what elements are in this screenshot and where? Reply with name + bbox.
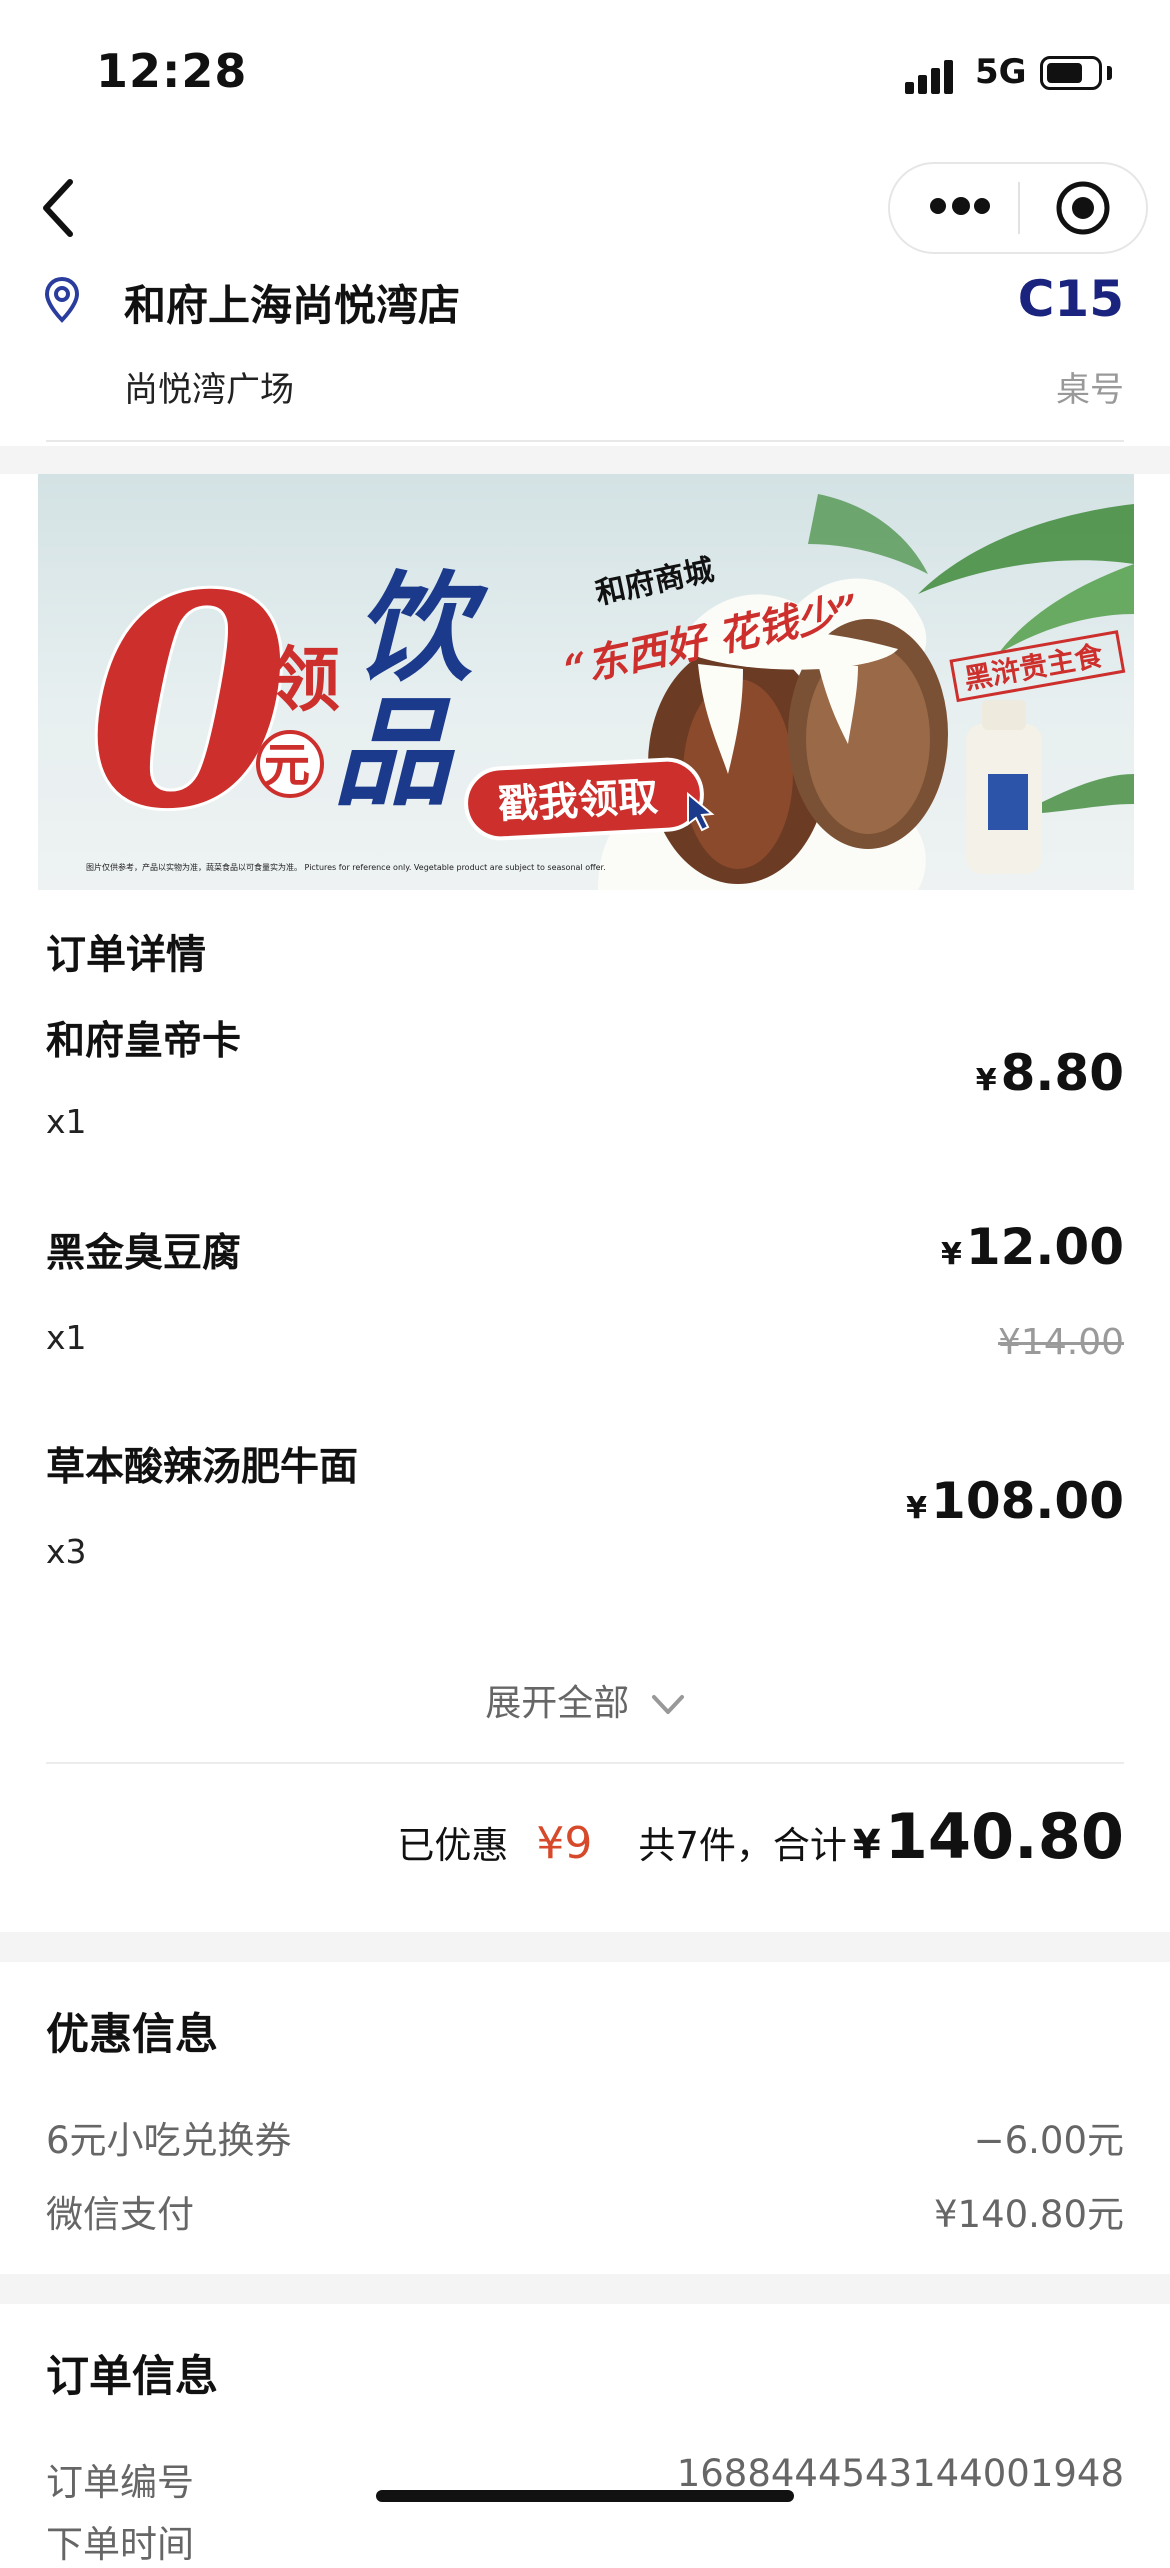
yen-sign: ¥ — [975, 1063, 997, 1098]
location-pin-icon — [44, 276, 80, 324]
order-item-name: 黑金臭豆腐 — [46, 1231, 242, 1276]
yen-sign: ¥ — [940, 1237, 962, 1272]
yen-sign: ¥ — [852, 1822, 881, 1868]
banner-brand: 和府商城 — [592, 553, 717, 612]
store-location: 尚悦湾广场 — [124, 370, 294, 410]
promo-banner[interactable]: 0 领 元 饮 品 和府商城 “东西好 花钱少” 戳我领取 黑浒贵主食 图片仅供… — [38, 474, 1134, 890]
original-price: ¥14.00 — [998, 1322, 1124, 1363]
battery-icon — [1040, 56, 1102, 90]
expand-all-button[interactable]: 展开全部 — [0, 1674, 1170, 1726]
order-item-qty: x3 — [46, 1532, 87, 1571]
section-gap — [0, 446, 1170, 474]
home-indicator — [376, 2490, 794, 2502]
banner-cta: 戳我领取 — [497, 773, 659, 828]
store-name: 和府上海尚悦湾店 — [124, 281, 461, 330]
yen-sign: ¥ — [906, 1491, 928, 1526]
banner-footnote: 图片仅供参考，产品以实物为准，蔬菜食品以可食量实为准。 Pictures for… — [86, 862, 606, 872]
total-amount: 140.80 — [884, 1800, 1124, 1873]
section-gap — [0, 1932, 1170, 1962]
banner-drink-bottom: 品 — [333, 683, 456, 822]
payment-row-value: ¥140.80元 — [933, 2193, 1124, 2236]
status-time: 12:28 — [96, 44, 248, 98]
order-number-label: 订单编号 — [46, 2461, 194, 2504]
network-type: 5G — [975, 52, 1027, 92]
battery-tip — [1107, 66, 1112, 80]
discount-label: 已优惠 — [397, 1824, 509, 1867]
order-time-label: 下单时间 — [46, 2523, 194, 2566]
item-count-label: 共7件，合计 — [638, 1824, 847, 1867]
divider — [46, 440, 1124, 442]
discount-info-title: 优惠信息 — [46, 2010, 218, 2060]
banner-ling: 领 — [270, 638, 340, 721]
banner-yuan: 元 — [264, 738, 310, 792]
order-item-price: ¥8.80 — [975, 1044, 1124, 1102]
capsule-divider — [1018, 182, 1020, 234]
order-info-title: 订单信息 — [46, 2352, 218, 2402]
order-number-value: 1688444543144001948 — [676, 2452, 1124, 2495]
discount-row-value: −6.00元 — [973, 2119, 1124, 2162]
discount-row-label: 6元小吃兑换券 — [46, 2119, 292, 2162]
order-item-name: 草本酸辣汤肥牛面 — [46, 1445, 359, 1490]
order-item-name: 和府皇帝卡 — [46, 1019, 242, 1064]
table-number: C15 — [1017, 270, 1124, 328]
close-target-icon[interactable] — [1055, 180, 1111, 236]
expand-all-label: 展开全部 — [485, 1683, 630, 1724]
divider — [46, 1762, 1124, 1764]
order-item-qty: x1 — [46, 1102, 87, 1141]
section-gap — [0, 2274, 1170, 2304]
cellular-signal-icon — [905, 58, 959, 94]
order-item-price: ¥108.00 — [906, 1472, 1124, 1530]
more-options-icon[interactable] — [930, 197, 990, 216]
banner-zero: 0 — [88, 533, 290, 873]
payment-row-label: 微信支付 — [46, 2193, 194, 2236]
banner-drink-top: 饮 — [354, 558, 489, 697]
order-item-price: ¥12.00 — [940, 1218, 1124, 1276]
order-summary: 已优惠 ¥9 共7件，合计 ¥ 140.80 — [397, 1800, 1124, 1873]
back-chevron-icon[interactable] — [40, 178, 80, 238]
chevron-down-icon — [651, 1695, 684, 1714]
table-number-label: 桌号 — [1056, 370, 1124, 410]
order-details-title: 订单详情 — [46, 932, 206, 978]
order-item-qty: x1 — [46, 1318, 87, 1357]
discount-value: ¥9 — [536, 1818, 593, 1869]
